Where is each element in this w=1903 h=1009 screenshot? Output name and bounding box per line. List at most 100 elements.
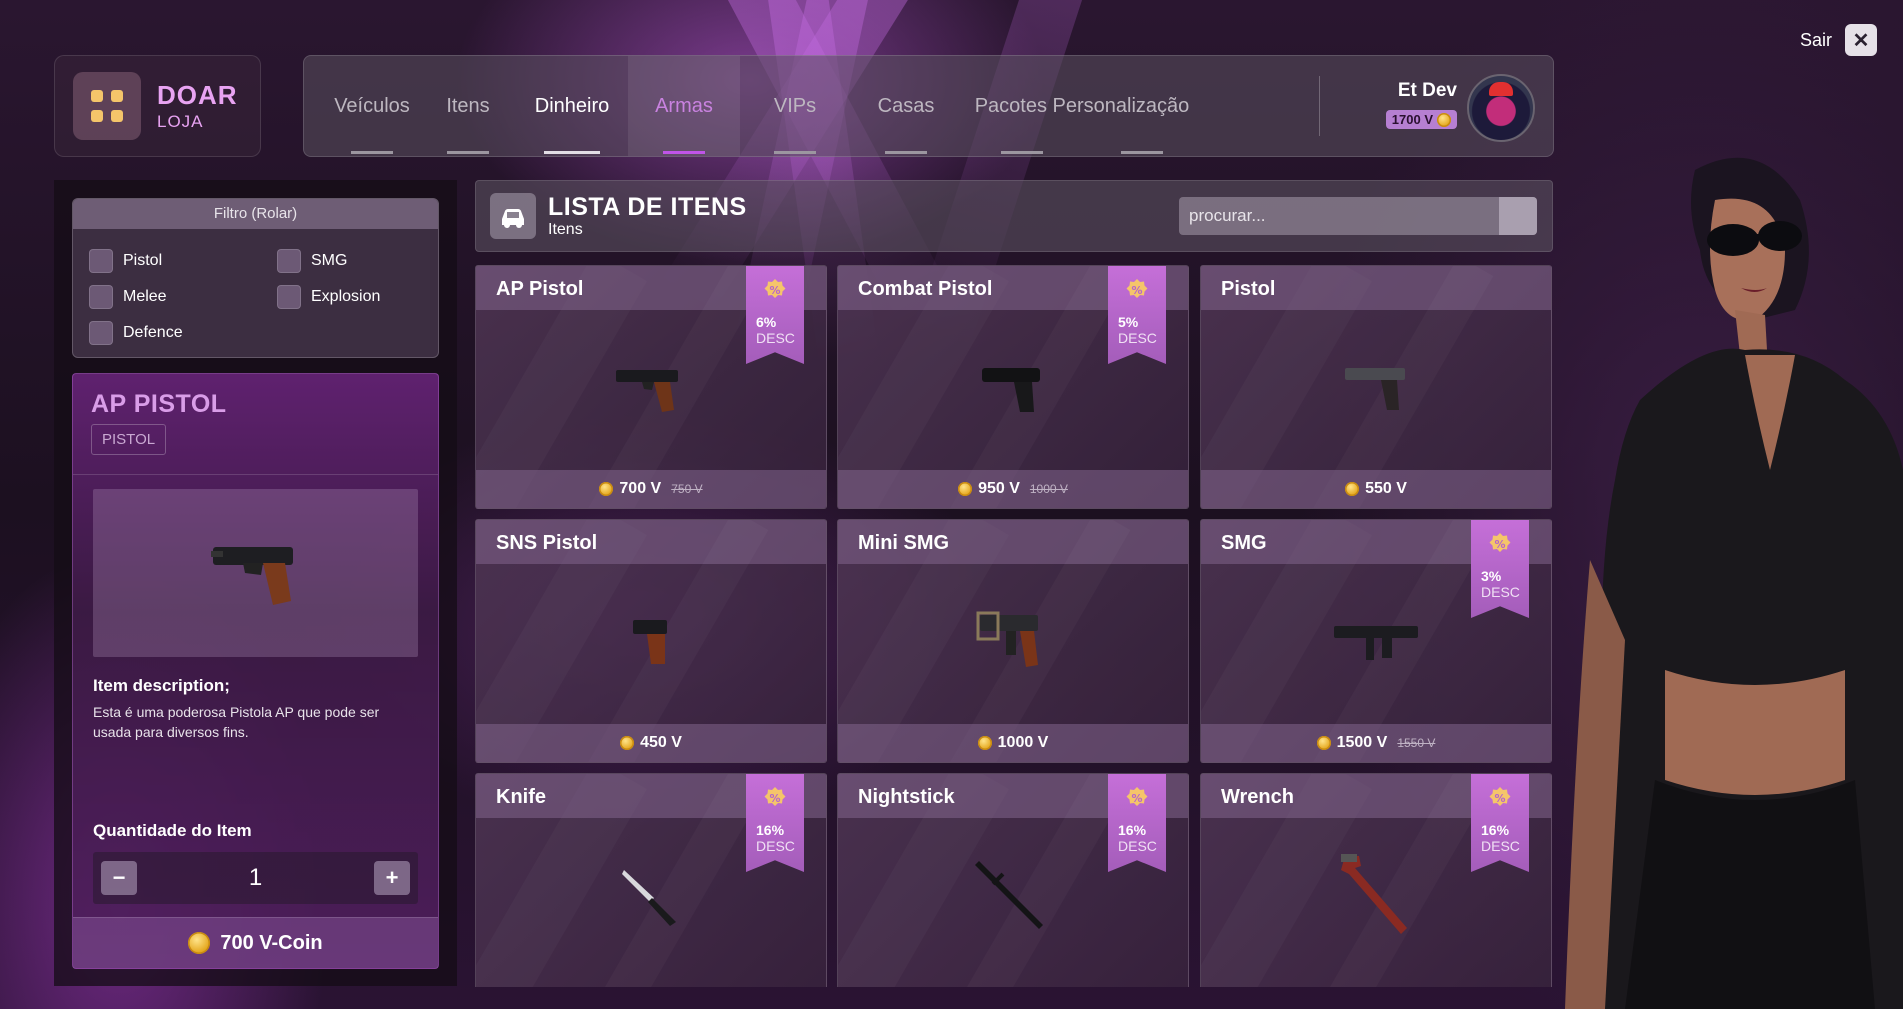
tab-label: Casas: [877, 94, 935, 117]
tab-veiculos[interactable]: Veículos: [324, 56, 420, 156]
discount-ribbon: % 16% DESC: [1471, 774, 1529, 872]
coin-amount: 1700 V: [1391, 112, 1433, 127]
discount-label: DESC: [1118, 838, 1157, 854]
detail-item-name: AP PISTOL: [91, 390, 227, 418]
svg-text:%: %: [1131, 284, 1142, 297]
filter-defence[interactable]: Defence: [89, 321, 183, 345]
checkbox[interactable]: [89, 249, 113, 273]
price-value: 550 V: [1365, 480, 1407, 497]
discount-percent: 16%: [1118, 822, 1147, 838]
card-price: 950 V 1000 V: [838, 470, 1188, 508]
price-value: 700 V: [619, 480, 662, 497]
tab-label: Itens: [446, 94, 490, 117]
tab-dinheiro[interactable]: Dinheiro: [516, 56, 628, 156]
filter-label: Defence: [123, 324, 183, 341]
checkbox[interactable]: [89, 321, 113, 345]
detail-category-badge: PISTOL: [91, 424, 167, 455]
exit-label[interactable]: Sair: [1800, 30, 1832, 51]
card-name: Combat Pistol: [858, 278, 993, 300]
tab-itens[interactable]: Itens: [420, 56, 516, 156]
buy-button[interactable]: 700 V-Coin: [73, 917, 438, 968]
filter-label: Pistol: [123, 252, 163, 269]
category-nav: Veículos Itens Dinheiro Armas VIPs Casas…: [303, 55, 1554, 157]
price-value: 1000 V: [997, 734, 1049, 751]
divider: [73, 474, 438, 475]
tab-label: Pacotes Personalização: [974, 94, 1190, 117]
tab-pacotes-personalizacao[interactable]: Pacotes Personalização: [962, 56, 1202, 156]
item-card-mini-smg[interactable]: Mini SMG 1000 V: [837, 519, 1189, 763]
coin-icon: [1316, 736, 1331, 750]
svg-text:%: %: [1131, 792, 1142, 805]
tab-label: VIPs: [773, 94, 817, 117]
buy-total: 700 V-Coin: [220, 931, 323, 954]
card-name: SMG: [1221, 532, 1267, 554]
tab-vips[interactable]: VIPs: [740, 56, 850, 156]
sns-pistol-icon: [633, 620, 667, 664]
old-price: 1000 V: [1029, 482, 1068, 496]
item-card-nightstick[interactable]: Nightstick % 16% DESC: [837, 773, 1189, 987]
card-name: Pistol: [1221, 278, 1276, 300]
ap-pistol-icon: [211, 547, 293, 605]
coin-icon: [188, 932, 211, 954]
discount-label: DESC: [1481, 838, 1520, 854]
close-button[interactable]: ✕: [1845, 24, 1877, 56]
svg-text:%: %: [1494, 538, 1505, 551]
quantity-label: Quantidade do Item: [93, 821, 252, 840]
filter-melee[interactable]: Melee: [89, 285, 167, 309]
tab-casas[interactable]: Casas: [850, 56, 962, 156]
quantity-stepper: − 1 +: [93, 852, 418, 904]
coin-icon: [599, 482, 614, 496]
avatar[interactable]: [1467, 74, 1535, 142]
discount-badge-icon: %: [1126, 787, 1148, 806]
checkbox[interactable]: [277, 285, 301, 309]
item-card-knife[interactable]: Knife % 16% DESC: [475, 773, 827, 987]
discount-badge-icon: %: [1126, 279, 1148, 298]
item-card-ap-pistol[interactable]: AP Pistol % 6% DESC 700 V 750 V: [475, 265, 827, 509]
increase-button[interactable]: +: [374, 861, 410, 895]
detail-item-image: [93, 489, 418, 657]
discount-percent: 3%: [1481, 568, 1502, 584]
search-button[interactable]: [1499, 197, 1537, 235]
coin-icon: [1437, 112, 1451, 127]
item-card-pistol[interactable]: Pistol 550 V: [1200, 265, 1552, 509]
description-title: Item description;: [93, 676, 230, 695]
card-price: 450 V: [476, 724, 826, 762]
checkbox[interactable]: [89, 285, 113, 309]
search-box: [1179, 197, 1537, 235]
discount-percent: 5%: [1118, 314, 1139, 330]
item-card-wrench[interactable]: Wrench % 16% DESC: [1200, 773, 1552, 987]
svg-text:%: %: [1494, 792, 1505, 805]
discount-label: DESC: [756, 838, 795, 854]
discount-ribbon: % 6% DESC: [746, 266, 804, 364]
discount-percent: 16%: [1481, 822, 1510, 838]
item-card-smg[interactable]: SMG % 3% DESC 1500 V 1550 V: [1200, 519, 1552, 763]
tab-armas[interactable]: Armas: [628, 56, 740, 156]
card-price: 550 V: [1201, 470, 1551, 508]
car-icon: [490, 193, 536, 239]
filter-smg[interactable]: SMG: [277, 249, 347, 273]
user-coin-balance: 1700 V: [1385, 110, 1457, 129]
nightstick-icon: [975, 861, 1043, 929]
nav-divider: [1319, 76, 1320, 136]
svg-text:%: %: [769, 792, 780, 805]
filter-pistol[interactable]: Pistol: [89, 249, 162, 273]
filter-box: Filtro (Rolar) Pistol SMG Melee Explosio…: [72, 198, 439, 358]
checkbox[interactable]: [277, 249, 301, 273]
filter-explosion[interactable]: Explosion: [277, 285, 380, 309]
discount-badge-icon: %: [1489, 533, 1511, 552]
list-title: LISTA DE ITENS: [548, 193, 747, 221]
tab-label: Veículos: [334, 94, 410, 117]
svg-text:%: %: [769, 284, 780, 297]
discount-badge-icon: %: [764, 279, 786, 298]
quantity-value[interactable]: 1: [93, 864, 418, 892]
discount-percent: 16%: [756, 822, 785, 838]
search-input[interactable]: [1179, 197, 1515, 235]
card-price: 700 V 750 V: [476, 470, 826, 508]
discount-ribbon: % 16% DESC: [746, 774, 804, 872]
item-card-combat-pistol[interactable]: Combat Pistol % 5% DESC 950 V 1000 V: [837, 265, 1189, 509]
item-card-sns-pistol[interactable]: SNS Pistol 450 V: [475, 519, 827, 763]
grid-icon: [73, 72, 141, 140]
discount-ribbon: % 5% DESC: [1108, 266, 1166, 364]
tab-label: Dinheiro: [534, 94, 610, 117]
list-header: LISTA DE ITENS Itens: [475, 180, 1553, 252]
